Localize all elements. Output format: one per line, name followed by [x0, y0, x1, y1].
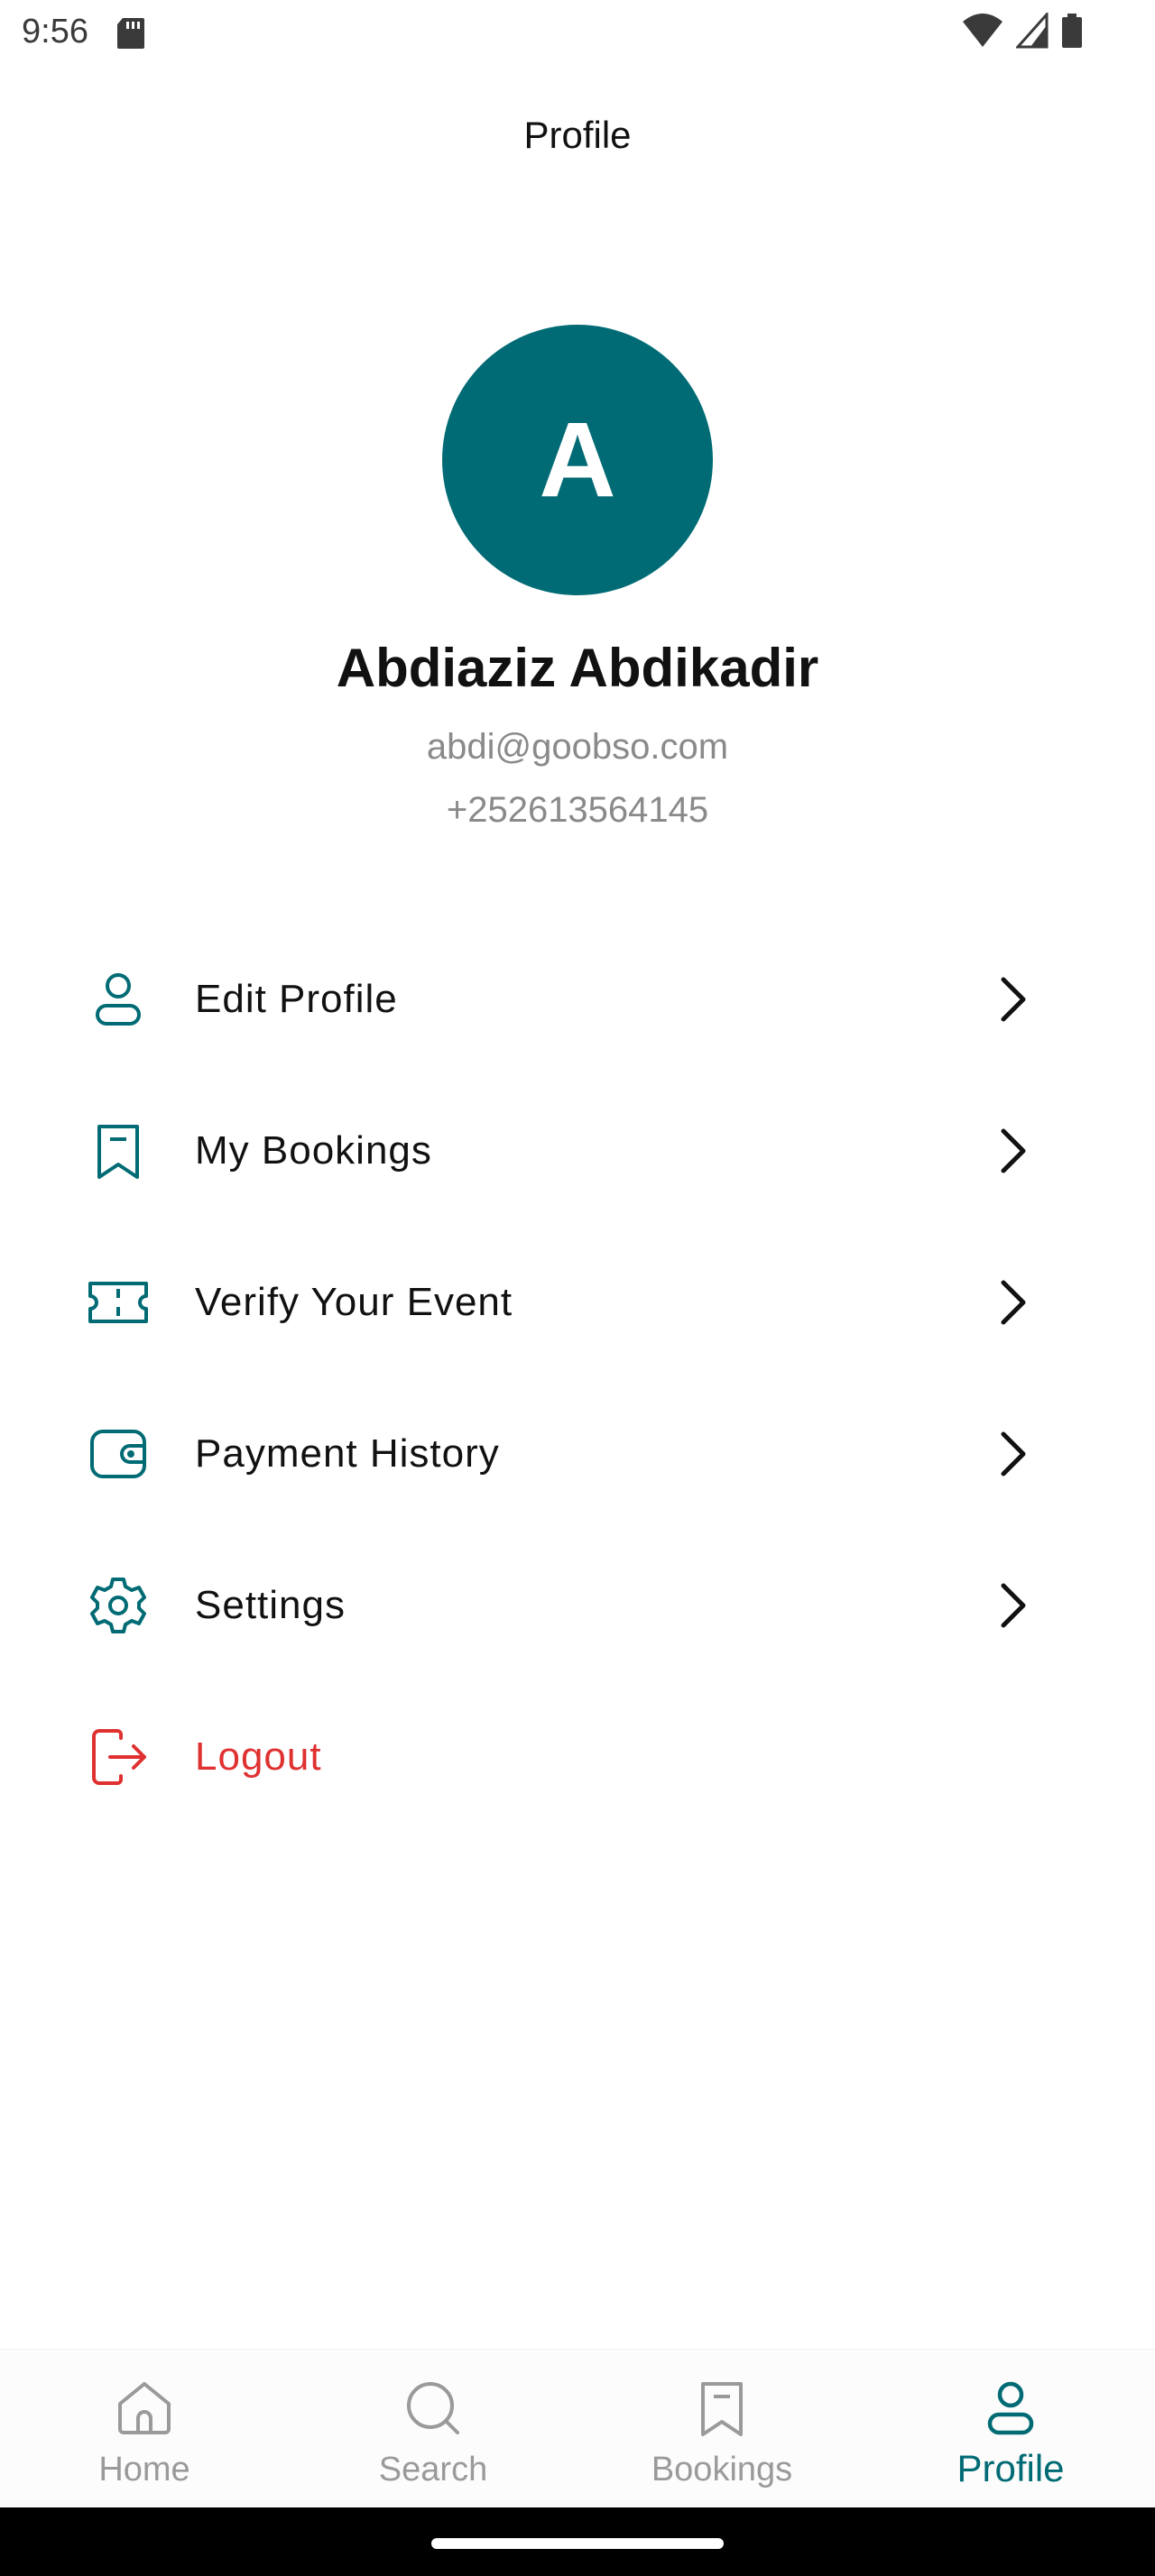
- menu-item-label: Verify Your Event: [195, 1280, 513, 1324]
- nav-label: Home: [98, 2451, 190, 2489]
- logout-icon: [92, 1729, 146, 1785]
- page-title: Profile: [523, 114, 632, 156]
- sd-card-icon: [117, 18, 144, 49]
- home-icon: [118, 2382, 171, 2434]
- cell-signal-icon: [1016, 13, 1049, 49]
- menu-item-payment-history[interactable]: Payment History: [0, 1378, 1155, 1530]
- wifi-icon: [963, 14, 1003, 47]
- avatar-initial: A: [539, 400, 616, 520]
- menu-item-label: Payment History: [195, 1431, 500, 1476]
- chevron-right-icon: [1001, 1431, 1026, 1477]
- menu-item-edit-profile[interactable]: Edit Profile: [0, 924, 1155, 1075]
- menu-item-settings[interactable]: Settings: [0, 1530, 1155, 1681]
- user-icon: [96, 973, 141, 1026]
- chevron-right-icon: [1001, 1280, 1026, 1325]
- chevron-right-icon: [1001, 1128, 1026, 1173]
- logout-button[interactable]: Logout: [0, 1681, 1155, 1833]
- bookmark-icon: [97, 1125, 139, 1179]
- user-icon: [987, 2381, 1034, 2435]
- bookmark-icon: [701, 2382, 743, 2436]
- bottom-navigation: Home Search Bookings Profile: [0, 2349, 1155, 2507]
- nav-item-bookings[interactable]: Bookings: [578, 2350, 866, 2507]
- search-icon: [407, 2382, 459, 2434]
- avatar: A: [442, 325, 713, 595]
- nav-item-profile[interactable]: Profile: [866, 2350, 1155, 2507]
- menu-item-verify-event[interactable]: Verify Your Event: [0, 1227, 1155, 1378]
- nav-label: Bookings: [651, 2451, 793, 2489]
- user-phone: +252613564145: [446, 790, 709, 830]
- gear-icon: [90, 1578, 146, 1633]
- menu-item-label: Settings: [195, 1583, 346, 1627]
- status-bar: 9:56: [0, 0, 1155, 65]
- nav-item-home[interactable]: Home: [0, 2350, 289, 2507]
- nav-item-search[interactable]: Search: [289, 2350, 578, 2507]
- chevron-right-icon: [1001, 1583, 1026, 1628]
- status-time: 9:56: [22, 13, 88, 51]
- nav-label: Search: [378, 2451, 488, 2489]
- battery-icon: [1062, 14, 1082, 48]
- logout-label: Logout: [195, 1734, 322, 1779]
- home-gesture-handle[interactable]: [431, 2538, 724, 2549]
- system-navigation-bar: [0, 2507, 1155, 2576]
- status-icons: [962, 13, 1083, 49]
- menu-item-label: My Bookings: [195, 1128, 432, 1173]
- wallet-icon: [90, 1430, 146, 1478]
- menu-item-my-bookings[interactable]: My Bookings: [0, 1075, 1155, 1227]
- menu-item-label: Edit Profile: [195, 977, 398, 1021]
- ticket-icon: [88, 1282, 148, 1323]
- chevron-right-icon: [1001, 977, 1026, 1022]
- user-email: abdi@goobso.com: [426, 727, 729, 767]
- user-name: Abdiaziz Abdikadir: [336, 638, 819, 698]
- nav-label: Profile: [956, 2447, 1065, 2489]
